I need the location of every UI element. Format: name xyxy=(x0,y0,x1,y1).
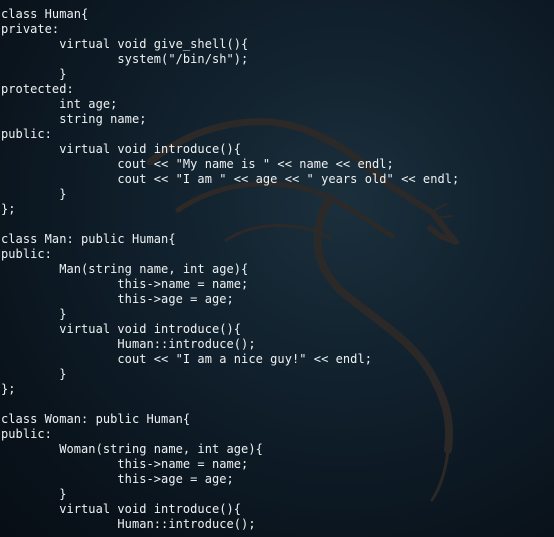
code-line: this->name = name; xyxy=(1,457,249,471)
code-line: this->name = name; xyxy=(1,277,249,291)
code-line: virtual void give_shell(){ xyxy=(1,37,249,51)
code-line: cout << "My name is " << name << endl; xyxy=(1,157,394,171)
code-line: Woman(string name, int age){ xyxy=(1,442,263,456)
code-line: this->age = age; xyxy=(1,472,234,486)
code-line: public: xyxy=(1,427,52,441)
code-line: system("/bin/sh"); xyxy=(1,52,249,66)
code-line: protected: xyxy=(1,82,74,96)
code-line: private: xyxy=(1,22,60,36)
code-line: public: xyxy=(1,247,52,261)
code-line: } xyxy=(1,67,67,81)
terminal-window[interactable]: class Human{ private: virtual void give_… xyxy=(0,0,554,537)
code-line: } xyxy=(1,307,67,321)
code-line: Man(string name, int age){ xyxy=(1,262,249,276)
code-line: } xyxy=(1,367,67,381)
code-line: }; xyxy=(1,202,16,216)
code-line: virtual void introduce(){ xyxy=(1,142,242,156)
code-line: Human::introduce(); xyxy=(1,517,256,531)
code-line: int age; xyxy=(1,97,118,111)
code-line: cout << "I am a nice guy!" << endl; xyxy=(1,352,373,366)
code-line: virtual void introduce(){ xyxy=(1,502,242,516)
code-line: Human::introduce(); xyxy=(1,337,256,351)
code-listing: class Human{ private: virtual void give_… xyxy=(1,7,459,532)
code-line: string name; xyxy=(1,112,147,126)
code-line: class Woman: public Human{ xyxy=(1,412,191,426)
code-line: virtual void introduce(){ xyxy=(1,322,242,336)
code-line: class Human{ xyxy=(1,7,89,21)
code-line: public: xyxy=(1,127,52,141)
code-line: }; xyxy=(1,382,16,396)
code-line: this->age = age; xyxy=(1,292,234,306)
code-line: cout << "I am " << age << " years old" <… xyxy=(1,172,460,186)
code-line: class Man: public Human{ xyxy=(1,232,176,246)
code-line: } xyxy=(1,487,67,501)
code-line: } xyxy=(1,187,67,201)
